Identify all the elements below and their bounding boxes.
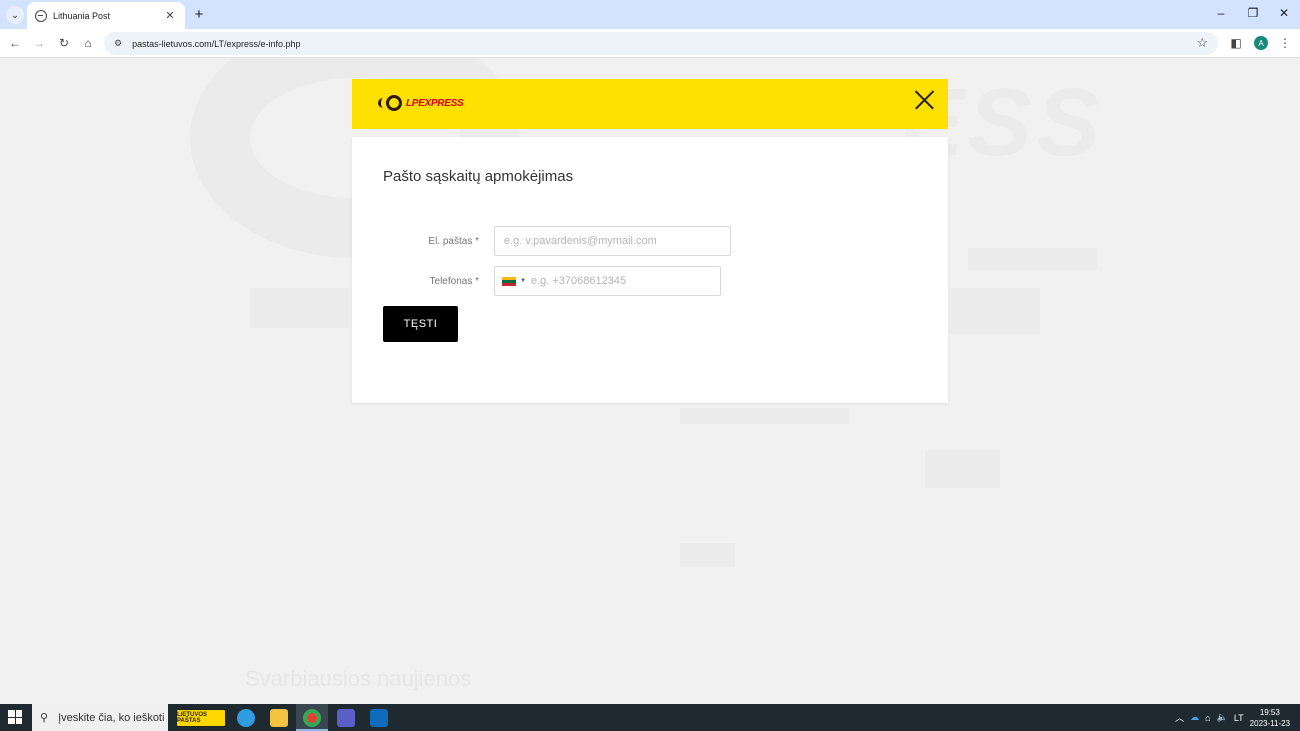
taskbar-search[interactable]: ⚲ Įveskite čia, ko ieškoti [32,704,168,731]
taskbar-search-text: Įveskite čia, ko ieškoti [58,711,165,724]
phone-input[interactable] [530,275,711,287]
modal-title: Pašto sąskaitų apmokėjimas [383,168,574,185]
browser-toolbar: ← → ↻ ⌂ ⚙ pastas-lietuvos.com/LT/express… [0,29,1300,58]
modal-close-icon[interactable] [914,90,934,110]
windows-start-icon[interactable] [8,710,22,724]
phone-field: ▼ [494,266,721,296]
tab-title: Lithuania Post [53,10,111,21]
back-arrow-icon[interactable]: ← [6,34,24,52]
outlook-icon[interactable] [370,709,388,727]
background-block [925,450,1000,488]
tray-expand-icon[interactable]: ︿ [1175,711,1184,724]
email-input[interactable] [494,226,731,256]
restore-icon[interactable]: ❐ [1243,6,1263,20]
language-indicator[interactable]: LT [1234,713,1244,723]
logo-text: LPEXPRESS [406,97,464,109]
side-panel-icon[interactable]: ◧ [1227,34,1245,52]
onedrive-icon[interactable]: ☁ [1190,712,1199,723]
window-close-icon[interactable]: ✕ [1274,6,1294,20]
reload-icon[interactable]: ↻ [55,34,73,52]
minimize-icon[interactable]: – [1211,6,1231,20]
file-explorer-icon[interactable] [270,709,288,727]
site-settings-icon[interactable]: ⚙ [114,38,122,49]
search-icon: ⚲ [40,712,49,724]
modal-header: LPEXPRESS [352,79,948,129]
url-text: pastas-lietuvos.com/LT/express/e-info.ph… [132,38,301,49]
home-icon[interactable]: ⌂ [79,34,97,52]
lpexpress-logo: LPEXPRESS [378,94,464,112]
bookmark-star-icon[interactable]: ☆ [1196,35,1208,51]
browser-tab-bar: ⌄ Lithuania Post ✕ + – ❐ ✕ [0,0,1300,29]
profile-avatar[interactable]: A [1254,36,1268,50]
background-block [250,288,350,328]
menu-kebab-icon[interactable]: ⋮ [1276,34,1294,52]
network-icon[interactable]: ⌂ [1205,713,1210,723]
windows-taskbar: ⚲ Įveskite čia, ko ieškoti LIETUVOS PAŠT… [0,704,1300,731]
browser-tab[interactable]: Lithuania Post ✕ [27,2,185,29]
email-label: El. paštas * [428,236,479,247]
clock-time: 19:53 [1259,707,1280,717]
background-block [680,408,850,424]
background-block [950,288,1040,334]
continue-button[interactable]: TĘSTI [383,306,458,342]
post-horn-icon [378,94,404,112]
chrome-icon[interactable] [303,709,321,727]
background-heading: Svarbiausios naujienos [245,666,472,691]
tab-close-icon[interactable]: ✕ [163,9,177,22]
taskbar-clock[interactable]: 19:53 2023-11-23 [1250,707,1290,729]
lithuania-flag-icon[interactable] [502,276,516,286]
background-block [680,543,735,567]
new-tab-plus-icon[interactable]: + [190,5,208,23]
lietuvos-pastas-app-icon[interactable]: LIETUVOS PAŠTAS [176,709,226,727]
tab-search-chevron-icon[interactable]: ⌄ [6,6,24,24]
system-tray: ︿ ☁ ⌂ 🔈 LT 19:53 2023-11-23 [1175,704,1290,731]
forward-arrow-icon[interactable]: → [30,34,48,52]
address-bar[interactable]: ⚙ pastas-lietuvos.com/LT/express/e-info.… [104,32,1218,55]
volume-icon[interactable]: 🔈 [1217,712,1228,723]
clock-date: 2023-11-23 [1249,718,1290,728]
edge-icon[interactable] [237,709,255,727]
background-block [968,248,1098,270]
phone-label: Telefonas * [429,276,479,287]
payment-modal: Pašto sąskaitų apmokėjimas El. paštas * … [352,137,948,403]
globe-icon [35,9,47,22]
teams-icon[interactable] [337,709,355,727]
country-dropdown-caret-icon[interactable]: ▼ [520,278,526,284]
